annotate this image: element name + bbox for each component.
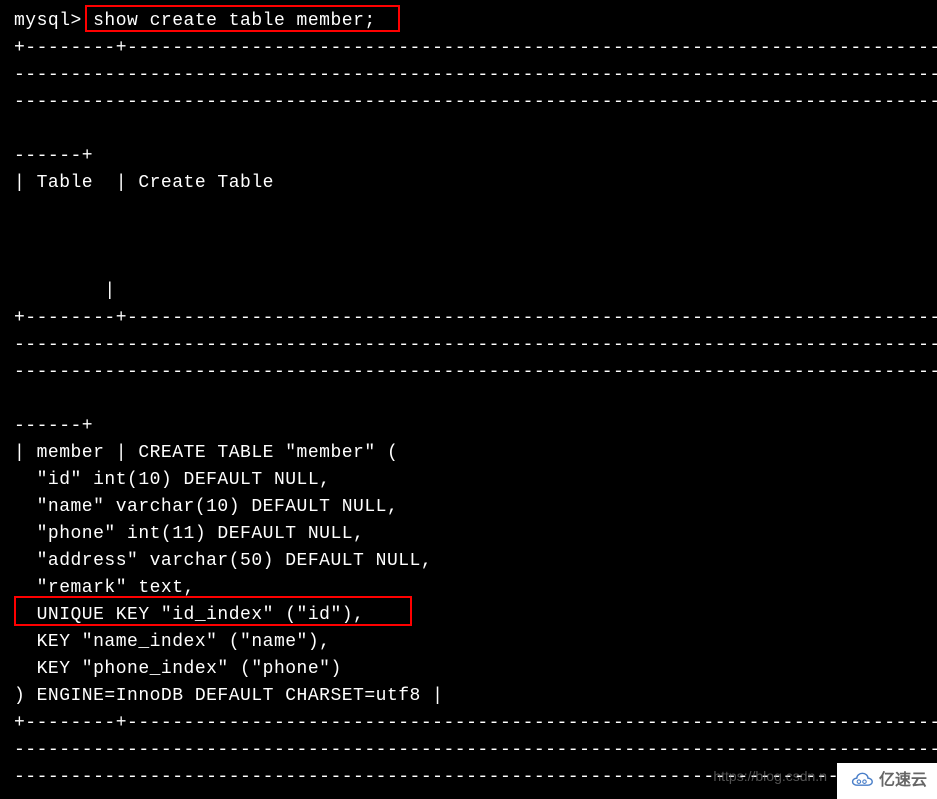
brand-name: 亿速云: [879, 769, 927, 793]
unique-key-line: UNIQUE KEY "id_index" ("id"),: [14, 602, 923, 629]
brand-badge: 亿速云: [837, 763, 937, 799]
separator-line: ----------------------------------------…: [14, 62, 923, 89]
column-phone: "phone" int(11) DEFAULT NULL,: [14, 521, 923, 548]
separator-line: ----------------------------------------…: [14, 359, 923, 386]
key-name-index: KEY "name_index" ("name"),: [14, 629, 923, 656]
blank-line: [14, 251, 923, 278]
separator-line: ----------------------------------------…: [14, 332, 923, 359]
key-phone-index: KEY "phone_index" ("phone"): [14, 656, 923, 683]
separator-end: ------+: [14, 143, 923, 170]
sql-command[interactable]: show create table member;: [93, 11, 376, 31]
engine-line: ) ENGINE=InnoDB DEFAULT CHARSET=utf8 |: [14, 683, 923, 710]
blank-line: [14, 197, 923, 224]
terminal-output: mysql> show create table member; +------…: [14, 8, 923, 791]
column-address: "address" varchar(50) DEFAULT NULL,: [14, 548, 923, 575]
table-header: | Table | Create Table: [14, 170, 923, 197]
column-id: "id" int(10) DEFAULT NULL,: [14, 467, 923, 494]
blank-line: [14, 386, 923, 413]
separator-end: ------+: [14, 413, 923, 440]
column-remark: "remark" text,: [14, 575, 923, 602]
separator-line: ----------------------------------------…: [14, 89, 923, 116]
blank-line: [14, 224, 923, 251]
separator-line: +--------+------------------------------…: [14, 305, 923, 332]
separator-line: +--------+------------------------------…: [14, 35, 923, 62]
watermark-text: https://blog.csdn.n: [713, 766, 827, 787]
column-name: "name" varchar(10) DEFAULT NULL,: [14, 494, 923, 521]
cloud-icon: [847, 771, 875, 791]
mysql-prompt: mysql>: [14, 11, 82, 31]
pipe-line: |: [14, 278, 923, 305]
separator-line: ----------------------------------------…: [14, 737, 923, 764]
create-table-line: | member | CREATE TABLE "member" (: [14, 440, 923, 467]
separator-line: +--------+------------------------------…: [14, 710, 923, 737]
command-line: mysql> show create table member;: [14, 8, 923, 35]
separator-line: [14, 116, 923, 143]
